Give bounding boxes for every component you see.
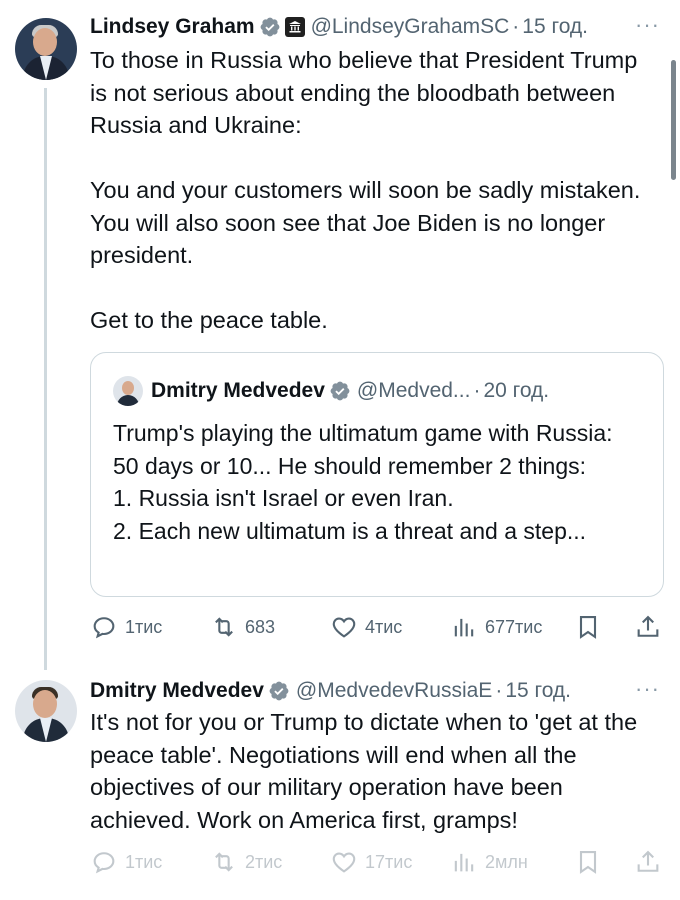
- repost-button[interactable]: 2тис: [210, 844, 282, 880]
- share-button[interactable]: [634, 609, 669, 645]
- repost-icon: [215, 617, 233, 637]
- quoted-tweet-text: Trump's playing the ultimatum game with …: [113, 420, 613, 544]
- tweet-actions: 1тис 683 4тис 677тис: [90, 609, 670, 645]
- more-options-icon[interactable]: ···: [635, 12, 660, 38]
- bookmark-icon: [579, 616, 597, 639]
- repost-icon: [215, 852, 233, 872]
- timestamp[interactable]: 15 год.: [522, 15, 588, 39]
- separator-dot: ·: [495, 679, 503, 702]
- author-handle[interactable]: @LindseyGrahamSC: [311, 15, 510, 39]
- more-options-icon[interactable]: ···: [635, 676, 660, 702]
- timestamp[interactable]: 15 год.: [505, 679, 571, 703]
- thread-line: [44, 88, 47, 670]
- views-button[interactable]: 677тис: [450, 609, 542, 645]
- reply-icon: [93, 617, 115, 639]
- tweet-lindsey-graham[interactable]: Lindsey Graham @LindseyGrahamSC · 15 год…: [0, 0, 680, 670]
- separator-dot: ·: [473, 379, 481, 402]
- tweet-header: Dmitry Medvedev @MedvedevRussiaE · 15 го…: [90, 676, 666, 706]
- quoted-tweet-header: Dmitry Medvedev @Medved... · 20 год.: [113, 375, 549, 407]
- quoted-tweet[interactable]: Dmitry Medvedev @Medved... · 20 год. Tru…: [90, 352, 664, 597]
- reply-button[interactable]: 1тис: [90, 609, 162, 645]
- author-name[interactable]: Lindsey Graham: [90, 15, 255, 39]
- bookmark-button[interactable]: [574, 844, 609, 880]
- tweet-actions: 1тис 2тис 17тис 2млн: [90, 844, 670, 880]
- like-count: 4тис: [365, 616, 403, 637]
- like-count: 17тис: [365, 851, 413, 872]
- tweet-text: It's not for you or Trump to dictate whe…: [90, 709, 638, 833]
- repost-button[interactable]: 683: [210, 609, 275, 645]
- reply-count: 1тис: [125, 851, 163, 872]
- separator-dot: ·: [512, 15, 520, 38]
- repost-count: 2тис: [245, 851, 283, 872]
- heart-icon: [332, 617, 356, 638]
- tweet-dmitry-medvedev[interactable]: Dmitry Medvedev @MedvedevRussiaE · 15 го…: [0, 668, 680, 900]
- government-badge-icon: [284, 17, 305, 37]
- quoted-author-name: Dmitry Medvedev: [151, 379, 325, 402]
- reply-count: 1тис: [125, 616, 163, 637]
- bookmark-button[interactable]: [574, 609, 609, 645]
- views-icon: [454, 618, 474, 637]
- heart-icon: [332, 852, 356, 873]
- repost-count: 683: [245, 616, 276, 637]
- like-button[interactable]: 4тис: [330, 609, 402, 645]
- tweet-text: To those in Russia who believe that Pres…: [90, 47, 641, 333]
- like-button[interactable]: 17тис: [330, 844, 412, 880]
- verified-icon: [260, 17, 279, 37]
- quoted-avatar: [113, 376, 143, 406]
- share-icon: [637, 615, 659, 637]
- author-name[interactable]: Dmitry Medvedev: [90, 679, 264, 703]
- quoted-author-handle: @Medved...: [356, 379, 471, 402]
- verified-icon: [330, 381, 350, 401]
- share-icon: [637, 850, 659, 872]
- scrollbar[interactable]: [671, 60, 676, 180]
- views-count: 677тис: [485, 616, 543, 637]
- views-button[interactable]: 2млн: [450, 844, 528, 880]
- avatar[interactable]: [15, 18, 77, 80]
- reply-icon: [93, 852, 115, 874]
- reply-button[interactable]: 1тис: [90, 844, 162, 880]
- verified-icon: [269, 681, 289, 701]
- share-button[interactable]: [634, 844, 669, 880]
- views-icon: [454, 853, 474, 872]
- avatar[interactable]: [15, 680, 77, 742]
- quoted-timestamp: 20 год.: [483, 379, 550, 402]
- tweet-header: Lindsey Graham @LindseyGrahamSC · 15 год…: [90, 12, 666, 42]
- views-count: 2млн: [485, 851, 528, 872]
- author-handle[interactable]: @MedvedevRussiaE: [296, 679, 492, 703]
- bookmark-icon: [579, 851, 597, 874]
